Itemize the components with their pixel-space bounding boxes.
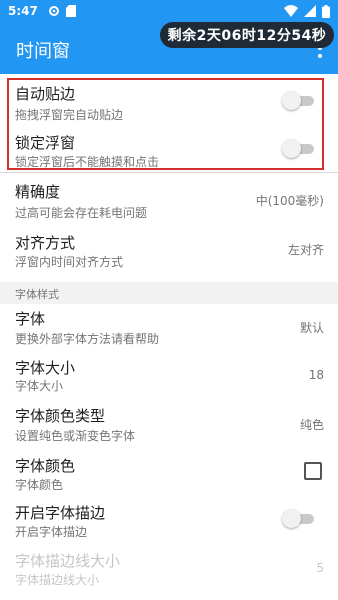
- setting-font[interactable]: 字体 更换外部字体方法请看帮助 默认: [0, 304, 338, 354]
- setting-summary: 更换外部字体方法请看帮助: [15, 332, 160, 346]
- setting-summary: 过高可能会存在耗电问题: [15, 206, 148, 220]
- setting-value: 中(100毫秒): [255, 194, 324, 208]
- status-time: 5:47: [8, 4, 38, 18]
- setting-auto-snap[interactable]: 自动贴边 拖拽浮窗完自动贴边: [0, 78, 338, 124]
- setting-title: 字体: [15, 310, 46, 328]
- setting-font-stroke[interactable]: 开启字体描边 开启字体描边: [0, 500, 338, 548]
- setting-summary: 字体颜色: [15, 478, 64, 492]
- setting-summary: 浮窗内时间对齐方式: [15, 255, 124, 269]
- setting-summary: 字体大小: [15, 379, 64, 393]
- setting-title: 自动贴边: [15, 85, 76, 103]
- lock-window-toggle[interactable]: [282, 139, 314, 158]
- divider: [0, 172, 338, 173]
- setting-value: 左对齐: [287, 243, 324, 257]
- setting-font-size[interactable]: 字体大小 字体大小 18: [0, 354, 338, 402]
- setting-summary: 开启字体描边: [15, 525, 88, 539]
- setting-title: 对齐方式: [15, 234, 76, 252]
- setting-title: 字体大小: [15, 359, 76, 377]
- setting-summary: 拖拽浮窗完自动贴边: [15, 108, 124, 122]
- setting-value: 默认: [299, 321, 324, 335]
- setting-font-stroke-width: 字体描边线大小 字体描边线大小 5: [0, 548, 338, 600]
- auto-snap-toggle[interactable]: [282, 91, 314, 110]
- storage-card-icon: [65, 5, 76, 17]
- font-color-swatch-checkbox[interactable]: [304, 462, 322, 480]
- setting-lock-window[interactable]: 锁定浮窗 锁定浮窗后不能触摸和点击: [0, 124, 338, 170]
- setting-title: 字体描边线大小: [15, 552, 121, 570]
- setting-summary: 字体描边线大小: [15, 573, 100, 587]
- setting-value: 纯色: [299, 418, 324, 432]
- floating-timer-window[interactable]: 剩余2天06时12分54秒: [160, 22, 334, 48]
- battery-icon: [322, 4, 330, 18]
- setting-alignment[interactable]: 对齐方式 浮窗内时间对齐方式 左对齐: [0, 226, 338, 278]
- cell-signal-icon: [304, 5, 316, 17]
- setting-font-color[interactable]: 字体颜色 字体颜色: [0, 452, 338, 500]
- section-header-font-style: 字体样式: [0, 282, 338, 304]
- font-stroke-toggle[interactable]: [282, 509, 314, 528]
- setting-title: 开启字体描边: [15, 504, 106, 522]
- setting-summary: 设置纯色或渐变色字体: [15, 429, 136, 443]
- setting-summary: 锁定浮窗后不能触摸和点击: [15, 155, 160, 169]
- setting-value: 5: [316, 561, 324, 575]
- setting-title: 字体颜色: [15, 457, 76, 475]
- settings-gear-icon: [48, 6, 59, 16]
- app-title: 时间窗: [16, 41, 70, 62]
- setting-precision[interactable]: 精确度 过高可能会存在耗电问题 中(100毫秒): [0, 174, 338, 226]
- wifi-icon: [284, 5, 298, 17]
- setting-title: 字体颜色类型: [15, 407, 106, 425]
- setting-font-color-type[interactable]: 字体颜色类型 设置纯色或渐变色字体 纯色: [0, 402, 338, 452]
- status-bar: 5:47: [0, 0, 338, 22]
- setting-title: 锁定浮窗: [15, 134, 76, 152]
- setting-title: 精确度: [15, 183, 61, 201]
- setting-value: 18: [308, 368, 324, 382]
